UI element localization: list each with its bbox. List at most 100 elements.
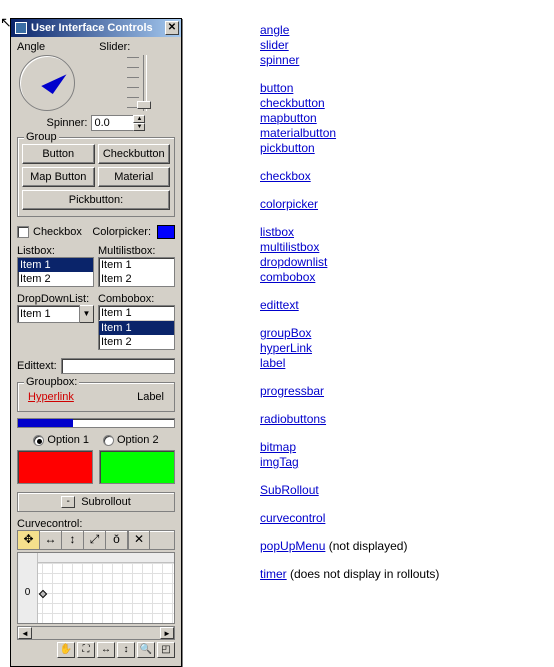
dropdown-value: Item 1 (17, 305, 80, 323)
angle-label: Angle (17, 41, 93, 53)
link-listbox[interactable]: listbox (260, 225, 439, 239)
link-bitmap[interactable]: bitmap (260, 440, 439, 454)
zoom-tool-icon[interactable]: 🔍 (137, 642, 155, 658)
group-legend: Group (24, 131, 59, 143)
radio-option2[interactable] (103, 435, 114, 446)
combobox-label: Combobox: (98, 293, 175, 305)
move-h-tool-icon[interactable]: ↔ (40, 531, 62, 549)
move-v-tool-icon[interactable]: ↕ (62, 531, 84, 549)
colorpicker-swatch[interactable] (157, 225, 175, 239)
zoom-extents-icon[interactable]: ⛶ (77, 642, 95, 658)
link-materialbutton[interactable]: materialbutton (260, 126, 439, 140)
link-colorpicker[interactable]: colorpicker (260, 197, 439, 211)
radio-option1[interactable] (33, 435, 44, 446)
title-bar[interactable]: User Interface Controls ✕ (11, 19, 181, 37)
list-item[interactable]: Item 1 (18, 258, 93, 272)
subrollout-toggle-icon[interactable]: - (61, 496, 75, 508)
spinner-input[interactable] (91, 115, 133, 131)
checkbox[interactable] (17, 226, 29, 238)
angle-control[interactable] (19, 55, 75, 111)
move-tool-icon[interactable]: ✥ (18, 531, 40, 549)
link-progressbar[interactable]: progressbar (260, 384, 439, 398)
close-button[interactable]: ✕ (165, 21, 179, 35)
dropdownlist[interactable]: Item 1 ▼ (17, 305, 94, 323)
hyperlink[interactable]: Hyperlink (28, 391, 74, 403)
curve-hscrollbar[interactable]: ◄ ► (17, 626, 175, 640)
link-checkbutton[interactable]: checkbutton (260, 96, 439, 110)
spinner-label: Spinner: (47, 117, 88, 129)
link-curvecontrol[interactable]: curvecontrol (260, 511, 439, 525)
scale-tool-icon[interactable]: ⤢ (84, 531, 106, 549)
add-key-icon[interactable]: ŏ (106, 531, 128, 549)
listbox[interactable]: Item 1 Item 2 (17, 257, 94, 287)
link-imgtag[interactable]: imgTag (260, 455, 439, 469)
subrollout[interactable]: - Subrollout (17, 492, 175, 512)
material-button[interactable]: Material Button (98, 167, 171, 187)
imgtag-green[interactable] (99, 450, 175, 484)
link-angle[interactable]: angle (260, 23, 439, 37)
spinner-up-icon[interactable]: ▲ (133, 115, 145, 123)
angle-wedge-icon (41, 66, 66, 94)
scroll-left-icon[interactable]: ◄ (18, 627, 32, 639)
popupmenu-note: (not displayed) (325, 539, 407, 553)
progressbar (17, 418, 175, 428)
link-spinner[interactable]: spinner (260, 53, 439, 67)
list-item[interactable]: Item 1 (99, 258, 174, 272)
link-label[interactable]: label (260, 356, 439, 370)
curvecontrol-label: Curvecontrol: (17, 518, 175, 530)
link-pickbutton[interactable]: pickbutton (260, 141, 439, 155)
chevron-down-icon[interactable]: ▼ (80, 305, 94, 323)
link-popupmenu[interactable]: popUpMenu (260, 539, 325, 553)
scroll-right-icon[interactable]: ► (160, 627, 174, 639)
link-hyperlink[interactable]: hyperLink (260, 341, 439, 355)
zoom-region-icon[interactable]: ◰ (157, 642, 175, 658)
group-buttons: Group Button Checkbutton Map Button Mate… (17, 137, 175, 217)
list-item[interactable]: Item 2 (99, 272, 174, 286)
button[interactable]: Button (22, 144, 95, 164)
link-dropdownlist[interactable]: dropdownlist (260, 255, 439, 269)
app-icon (15, 22, 27, 34)
curve-canvas[interactable]: 0 (17, 552, 175, 624)
link-multilistbox[interactable]: multilistbox (260, 240, 439, 254)
combobox[interactable]: Item 1 Item 1 Item 2 (98, 305, 175, 350)
list-item[interactable]: Item 2 (99, 335, 174, 349)
link-subrollout[interactable]: SubRollout (260, 483, 439, 497)
checkbox-label: Checkbox (33, 226, 82, 238)
link-button[interactable]: button (260, 81, 439, 95)
dropdownlist-label: DropDownList: (17, 293, 94, 305)
multilistbox[interactable]: Item 1 Item 2 (98, 257, 175, 287)
spinner-control[interactable]: ▲ ▼ (91, 115, 145, 131)
slider-label: Slider: (99, 41, 175, 53)
spinner-down-icon[interactable]: ▼ (133, 123, 145, 131)
delete-key-icon[interactable]: ✕ (128, 531, 150, 549)
list-item[interactable]: Item 1 (99, 321, 174, 335)
radio-option2-label: Option 2 (117, 434, 159, 446)
edittext-input[interactable] (61, 358, 175, 374)
map-button[interactable]: Map Button (22, 167, 95, 187)
link-combobox[interactable]: combobox (260, 270, 439, 284)
slider-control[interactable] (117, 55, 157, 111)
progressbar-fill (18, 419, 73, 427)
link-radiobuttons[interactable]: radiobuttons (260, 412, 439, 426)
listbox-label: Listbox: (17, 245, 94, 257)
curve-toolbar: ✥ ↔ ↕ ⤢ ŏ ✕ (17, 530, 175, 550)
link-groupbox[interactable]: groupBox (260, 326, 439, 340)
multilistbox-label: Multilistbox: (98, 245, 175, 257)
link-edittext[interactable]: edittext (260, 298, 439, 312)
curve-key-icon[interactable] (39, 590, 47, 598)
link-checkbox[interactable]: checkbox (260, 169, 439, 183)
timer-note: (does not display in rollouts) (287, 567, 440, 581)
slider-thumb[interactable] (137, 101, 151, 109)
zoom-h-icon[interactable]: ↔ (97, 642, 115, 658)
zoom-v-icon[interactable]: ↕ (117, 642, 135, 658)
link-slider[interactable]: slider (260, 38, 439, 52)
combobox-input[interactable]: Item 1 (99, 306, 174, 320)
radio-option1-label: Option 1 (47, 434, 89, 446)
pan-tool-icon[interactable]: ✋ (57, 642, 75, 658)
link-mapbutton[interactable]: mapbutton (260, 111, 439, 125)
link-timer[interactable]: timer (260, 567, 287, 581)
list-item[interactable]: Item 2 (18, 272, 93, 286)
checkbutton[interactable]: Checkbutton (98, 144, 171, 164)
pick-button[interactable]: Pickbutton: (22, 190, 170, 210)
curve-ruler (38, 553, 174, 563)
